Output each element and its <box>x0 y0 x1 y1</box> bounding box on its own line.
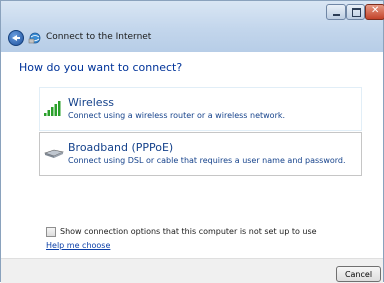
wireless-signal-icon <box>44 101 61 116</box>
window-title: Connect to the Internet <box>46 32 152 42</box>
option-broadband[interactable]: Broadband (PPPoE) Connect using DSL or c… <box>39 132 362 176</box>
help-me-choose-link[interactable]: Help me choose <box>46 241 110 250</box>
broadband-modem-icon <box>44 149 64 158</box>
back-arrow-icon[interactable] <box>8 30 24 46</box>
option-title: Wireless <box>68 96 115 109</box>
connect-dialog-window: Connect to the Internet How do you want … <box>0 0 384 283</box>
option-title: Broadband (PPPoE) <box>68 141 174 154</box>
show-options-checkbox[interactable] <box>46 227 56 237</box>
checkbox-label: Show connection options that this comput… <box>60 227 317 236</box>
option-description: Connect using a wireless router or a wir… <box>68 111 286 120</box>
dialog-footer: Cancel <box>1 258 383 283</box>
option-description: Connect using DSL or cable that requires… <box>68 156 346 165</box>
title-bar: Connect to the Internet <box>1 1 384 52</box>
minimize-button[interactable] <box>326 4 346 20</box>
close-button[interactable] <box>365 4 384 20</box>
page-heading: How do you want to connect? <box>19 61 183 74</box>
network-globe-icon <box>28 32 41 44</box>
cancel-button[interactable]: Cancel <box>336 266 381 282</box>
option-wireless[interactable]: Wireless Connect using a wireless router… <box>39 87 362 131</box>
maximize-button[interactable] <box>346 4 365 20</box>
